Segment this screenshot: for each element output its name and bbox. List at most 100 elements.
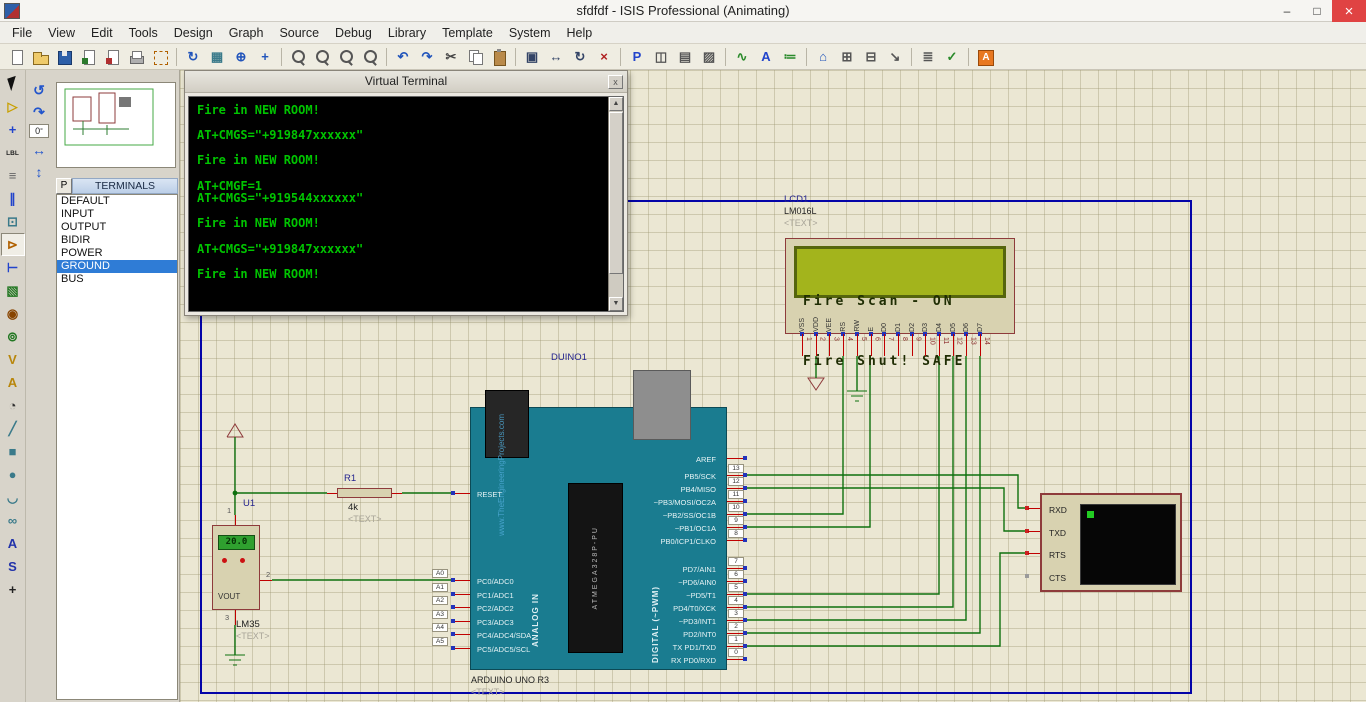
mirror-x-icon[interactable] (28, 140, 50, 160)
2d-box-mode-button[interactable] (1, 440, 25, 463)
netlist-to-ares-icon[interactable] (974, 46, 996, 68)
pan-icon[interactable] (254, 46, 276, 68)
menu-source[interactable]: Source (271, 24, 327, 42)
tape-recorder-mode-button[interactable] (1, 302, 25, 325)
goto-sheet-icon[interactable] (884, 46, 906, 68)
make-device-icon[interactable] (650, 46, 672, 68)
close-icon[interactable] (1332, 0, 1366, 22)
lm35-component[interactable]: 20.0 VOUT (212, 525, 260, 610)
selector-item-power[interactable]: POWER (57, 247, 177, 260)
menu-debug[interactable]: Debug (327, 24, 380, 42)
property-assignment-icon[interactable] (779, 46, 801, 68)
wire[interactable] (745, 475, 1028, 508)
2d-line-mode-button[interactable] (1, 417, 25, 440)
device-pins-mode-button[interactable] (1, 256, 25, 279)
graph-mode-button[interactable] (1, 279, 25, 302)
2d-circle-mode-button[interactable] (1, 463, 25, 486)
menu-help[interactable]: Help (559, 24, 601, 42)
menu-file[interactable]: File (4, 24, 40, 42)
input-terminal-symbol[interactable] (227, 424, 243, 437)
2d-path-mode-button[interactable] (1, 509, 25, 532)
menu-design[interactable]: Design (166, 24, 221, 42)
mark-output-area-icon[interactable] (149, 46, 171, 68)
lm35-adjust-dot[interactable] (240, 558, 245, 563)
ground-symbol[interactable] (225, 655, 245, 665)
packaging-tool-icon[interactable] (674, 46, 696, 68)
electrical-rule-check-icon[interactable] (941, 46, 963, 68)
lcd-ref[interactable]: LCD1 (784, 194, 808, 205)
remove-sheet-icon[interactable] (860, 46, 882, 68)
selector-item-output[interactable]: OUTPUT (57, 221, 177, 234)
cut-icon[interactable] (440, 46, 462, 68)
terminal-close-icon[interactable] (608, 75, 623, 89)
text-script-mode-button[interactable] (1, 164, 25, 187)
open-design-icon[interactable] (29, 46, 51, 68)
scroll-thumb[interactable] (609, 112, 623, 274)
selector-item-input[interactable]: INPUT (57, 208, 177, 221)
zoom-in-icon[interactable] (287, 46, 309, 68)
selection-mode-button[interactable] (1, 72, 25, 95)
zoom-area-icon[interactable] (359, 46, 381, 68)
maximize-icon[interactable] (1302, 0, 1332, 22)
2d-symbol-mode-button[interactable] (1, 555, 25, 578)
terminal-scrollbar[interactable] (608, 97, 623, 311)
component-mode-button[interactable] (1, 95, 25, 118)
selector-item-bidir[interactable]: BIDIR (57, 234, 177, 247)
wire[interactable] (745, 488, 1028, 531)
rotation-angle-field[interactable]: 0 (29, 124, 49, 138)
virtual-terminal-component[interactable]: RXDTXDRTSCTS (1040, 493, 1182, 592)
decompose-icon[interactable] (698, 46, 720, 68)
lcd-model[interactable]: LM016L (784, 206, 817, 216)
subcircuit-mode-button[interactable] (1, 210, 25, 233)
pick-device-button[interactable]: P (56, 178, 72, 194)
menu-template[interactable]: Template (434, 24, 501, 42)
zoom-all-icon[interactable] (335, 46, 357, 68)
block-move-icon[interactable] (545, 46, 567, 68)
rotate-clockwise-icon[interactable] (28, 102, 50, 122)
arduino-ref[interactable]: DUINO1 (551, 352, 587, 363)
scroll-up-icon[interactable] (609, 97, 623, 111)
selector-item-ground[interactable]: GROUND (57, 260, 177, 273)
menu-library[interactable]: Library (380, 24, 434, 42)
virtual-instruments-mode-button[interactable] (1, 394, 25, 417)
block-delete-icon[interactable] (593, 46, 615, 68)
selector-item-bus[interactable]: BUS (57, 273, 177, 286)
current-probe-mode-button[interactable] (1, 371, 25, 394)
block-copy-icon[interactable] (521, 46, 543, 68)
zoom-out-icon[interactable] (311, 46, 333, 68)
origin-icon[interactable] (230, 46, 252, 68)
wire-autorouter-icon[interactable] (731, 46, 753, 68)
title-bar[interactable]: sfdfdf - ISIS Professional (Animating) (0, 0, 1366, 22)
new-sheet-icon[interactable] (836, 46, 858, 68)
2d-arc-mode-button[interactable] (1, 486, 25, 509)
terminal-mode-button[interactable] (1, 233, 25, 256)
pick-parts-icon[interactable] (626, 46, 648, 68)
resistor-ref[interactable]: R1 (344, 473, 356, 484)
2d-text-mode-button[interactable] (1, 532, 25, 555)
schematic-canvas[interactable]: 131211109876543210A0A1A2A3A4A5 LCD1 LM01… (180, 70, 1366, 702)
design-explorer-icon[interactable] (812, 46, 834, 68)
import-section-icon[interactable] (77, 46, 99, 68)
new-file-icon[interactable] (5, 46, 27, 68)
wire[interactable] (745, 553, 1025, 646)
toggle-grid-icon[interactable] (206, 46, 228, 68)
menu-system[interactable]: System (501, 24, 559, 42)
menu-view[interactable]: View (40, 24, 83, 42)
lm35-ref[interactable]: U1 (243, 498, 255, 509)
overview-preview[interactable] (56, 82, 176, 168)
print-design-icon[interactable] (125, 46, 147, 68)
paste-icon[interactable] (488, 46, 510, 68)
search-tag-icon[interactable] (755, 46, 777, 68)
redraw-icon[interactable] (182, 46, 204, 68)
undo-icon[interactable] (392, 46, 414, 68)
menu-tools[interactable]: Tools (121, 24, 166, 42)
junction-dot-mode-button[interactable] (1, 118, 25, 141)
2d-marker-mode-button[interactable] (1, 578, 25, 601)
bill-of-materials-icon[interactable] (917, 46, 939, 68)
resistor-component[interactable] (337, 488, 392, 498)
selector-item-default[interactable]: DEFAULT (57, 195, 177, 208)
minimize-icon[interactable] (1272, 0, 1302, 22)
scroll-down-icon[interactable] (609, 297, 623, 311)
save-design-icon[interactable] (53, 46, 75, 68)
menu-graph[interactable]: Graph (221, 24, 272, 42)
